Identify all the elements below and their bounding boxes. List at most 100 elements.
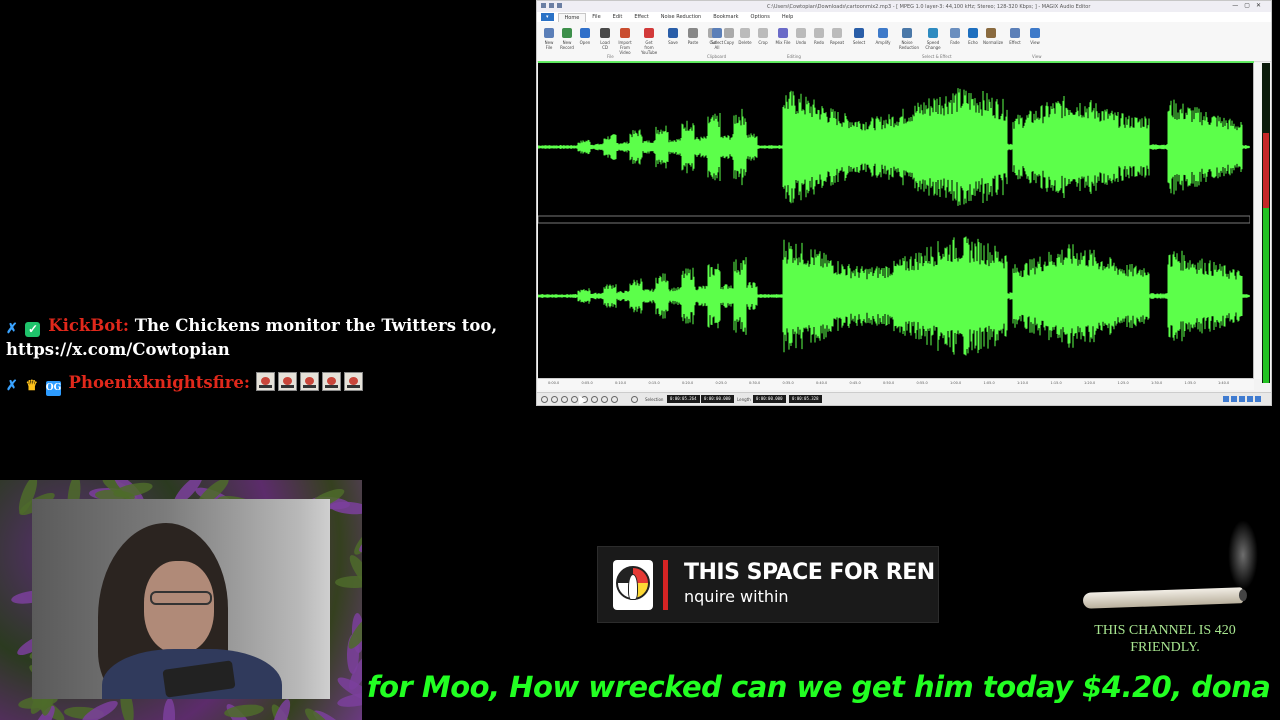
- ribbon-group-label: File: [607, 54, 614, 59]
- zoom-in-icon[interactable]: [1223, 396, 1229, 402]
- tab-options[interactable]: Options: [745, 13, 776, 21]
- echo-icon: [968, 28, 978, 38]
- tab-noise-reduction[interactable]: Noise Reduction: [655, 13, 707, 21]
- select-all-icon: [712, 28, 722, 38]
- advert-title: THIS SPACE FOR RENT: [684, 560, 934, 585]
- length-label: Length: [737, 397, 751, 402]
- ribbon-button-repeat[interactable]: Repeat: [829, 28, 845, 45]
- cow-emote-icon: [321, 372, 341, 391]
- cow-emote-icon: [277, 372, 297, 391]
- ribbon-button-effect[interactable]: Effect: [1007, 28, 1023, 45]
- noise-reduction-icon: [902, 28, 912, 38]
- length-end-time[interactable]: 0:00:05.328: [789, 395, 822, 403]
- ribbon-button-mix-file[interactable]: Mix File: [775, 28, 791, 45]
- ribbon-button-select-all[interactable]: Select All: [709, 28, 725, 50]
- cow-emote-icon: [299, 372, 319, 391]
- leaf-decoration: [329, 500, 362, 516]
- ribbon-toolbar: New File New Record Open Load CD Import From…: [537, 22, 1271, 62]
- tab-file[interactable]: File: [586, 13, 606, 21]
- ribbon-button-noise-reduction[interactable]: Noise Reduction: [899, 28, 919, 50]
- ribbon-button-view[interactable]: View: [1027, 28, 1043, 45]
- ribbon-button-open[interactable]: Open: [577, 28, 593, 45]
- timeline-tick-label: 1:40.0: [1218, 381, 1230, 385]
- delete-icon: [740, 28, 750, 38]
- channel-420-notice: THIS CHANNEL IS 420 FRIENDLY.: [1094, 623, 1236, 655]
- ribbon-button-paste[interactable]: Paste: [685, 28, 701, 45]
- ribbon-button-speed-change[interactable]: Speed Change: [925, 28, 941, 50]
- ribbon-button-load-cd[interactable]: Load CD: [597, 28, 613, 50]
- tab-bookmark[interactable]: Bookmark: [707, 13, 744, 21]
- quick-access-toolbar[interactable]: [541, 3, 601, 10]
- loop-button[interactable]: [611, 396, 618, 403]
- joint-icon: [1082, 587, 1244, 609]
- tab-effect[interactable]: Effect: [628, 13, 654, 21]
- scrolling-ticker: t for Moo, How wrecked can we get him to…: [362, 670, 1280, 710]
- record-button[interactable]: [631, 396, 638, 403]
- tab-home[interactable]: Home: [557, 12, 587, 22]
- feather-logo-icon: [613, 560, 653, 610]
- ribbon-button-amplify[interactable]: Amplify: [875, 28, 891, 45]
- ribbon-button-redo[interactable]: Redo: [811, 28, 827, 45]
- ribbon-button-fade[interactable]: Fade: [947, 28, 963, 45]
- timeline-tick-label: 1:20.0: [1084, 381, 1096, 385]
- ribbon-button-new-record[interactable]: New Record: [559, 28, 575, 50]
- redo-icon: [814, 28, 824, 38]
- ribbon-button-get-from-youtube[interactable]: Get from YouTube: [641, 28, 657, 55]
- right-channel-waveform[interactable]: [538, 236, 1250, 356]
- selection-start-time[interactable]: 0:00:05.264: [667, 395, 700, 403]
- import-from-video-icon: [620, 28, 630, 38]
- zoom-all-icon[interactable]: [1247, 396, 1253, 402]
- advert-box: THIS SPACE FOR RENT nquire within: [597, 546, 939, 623]
- rewind-button[interactable]: [551, 396, 558, 403]
- ribbon-button-new-file[interactable]: New File: [541, 28, 557, 50]
- go-end-button[interactable]: [601, 396, 608, 403]
- amplitude-scale: [1253, 63, 1261, 379]
- ribbon-button-import-from-video[interactable]: Import From Video: [617, 28, 633, 55]
- timeline-tick-label: 0:40.0: [816, 381, 828, 385]
- timeline-tick-label: 0:00.0: [548, 381, 560, 385]
- tab-edit[interactable]: Edit: [607, 13, 629, 21]
- effect-icon: [1010, 28, 1020, 38]
- file-menu-button[interactable]: ▾: [541, 13, 554, 21]
- timeline-tick-label: 0:15.0: [648, 381, 660, 385]
- ribbon-button-undo[interactable]: Undo: [793, 28, 809, 45]
- waveform-view[interactable]: [538, 63, 1254, 379]
- zoom-out-icon[interactable]: [1231, 396, 1237, 402]
- timeline-tick-label: 0:55.0: [916, 381, 928, 385]
- timeline-tick-label: 0:10.0: [615, 381, 627, 385]
- channel-separator: [538, 215, 1250, 224]
- amplify-icon: [878, 28, 888, 38]
- tab-help[interactable]: Help: [776, 13, 799, 21]
- crop-icon: [758, 28, 768, 38]
- leaf-decoration: [162, 698, 176, 720]
- audio-editor-window: C:\Users\Cowtopian\Downloads\cartoonmix2…: [536, 0, 1272, 406]
- timeline-ruler[interactable]: 0:00.0 0:05.0 0:10.0 0:15.0 0:20.0 0:25.0 0:30…: [538, 378, 1254, 390]
- selection-label: Selection: [645, 397, 664, 402]
- speed-change-icon: [928, 28, 938, 38]
- normalize-icon: [986, 28, 996, 38]
- window-controls[interactable]: —▢✕: [1232, 2, 1267, 9]
- zoom-selection-icon[interactable]: [1239, 396, 1245, 402]
- crown-icon: ♛: [25, 378, 39, 394]
- selection-end-time[interactable]: 0:00:00.000: [701, 395, 734, 403]
- length-start-time[interactable]: 0:00:00.000: [753, 395, 786, 403]
- ribbon-button-select[interactable]: Select: [851, 28, 867, 45]
- stop-button[interactable]: [561, 396, 568, 403]
- ribbon-button-delete[interactable]: Delete: [737, 28, 753, 45]
- left-channel-waveform[interactable]: [538, 88, 1250, 206]
- timeline-tick-label: 0:35.0: [782, 381, 794, 385]
- go-start-button[interactable]: [541, 396, 548, 403]
- timeline-tick-label: 0:25.0: [715, 381, 727, 385]
- ribbon-button-save[interactable]: Save: [665, 28, 681, 45]
- copy-icon: [724, 28, 734, 38]
- ribbon-button-normalize[interactable]: Normalize: [983, 28, 1003, 45]
- ribbon-button-crop[interactable]: Crop: [755, 28, 771, 45]
- ribbon-button-echo[interactable]: Echo: [965, 28, 981, 45]
- waveform-samples: [538, 236, 1250, 356]
- paste-icon: [688, 28, 698, 38]
- forward-button[interactable]: [591, 396, 598, 403]
- stereo-waveform[interactable]: [538, 63, 1250, 379]
- waveform-samples: [538, 88, 1250, 206]
- zoom-fit-icon[interactable]: [1255, 396, 1261, 402]
- advert-subtitle: nquire within: [684, 587, 789, 606]
